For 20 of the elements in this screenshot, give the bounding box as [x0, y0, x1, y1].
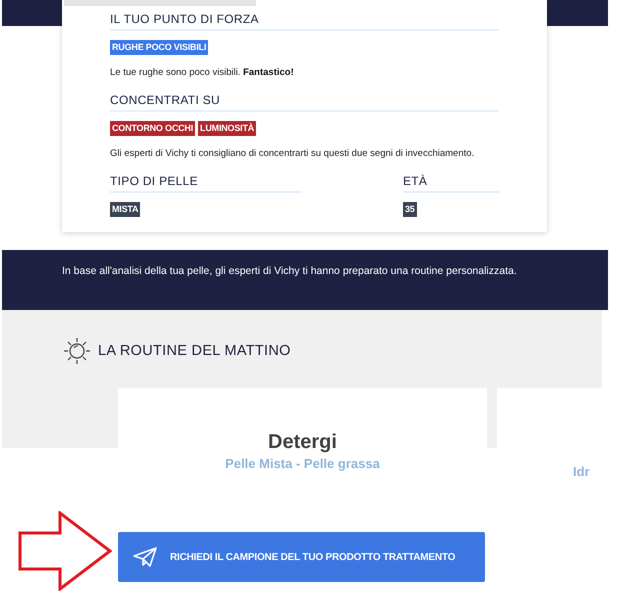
tag: RUGHE POCO VISIBILI [110, 40, 208, 55]
paper-plane-icon [132, 546, 158, 568]
value-tag: MISTA [110, 202, 140, 217]
tag: LUMINOSITÀ [198, 121, 256, 136]
section-heading: CONCENTRATI SU [110, 93, 220, 107]
product-subtitle: Idr [573, 464, 590, 479]
arrow-icon [18, 511, 112, 591]
section-heading: ETÀ [403, 174, 428, 188]
description-text: Le tue rughe sono poco visibili. Fantastico! [110, 66, 295, 80]
description-text: Gli esperti di Vichy ti consigliano di concentrarti su questi due segni di invecchiamento. [110, 147, 476, 161]
tag: CONTORNO OCCHI [110, 121, 196, 136]
section-title: LA ROUTINE DEL MATTINO [98, 343, 291, 359]
value-tag: 35 [403, 202, 417, 217]
sun-icon [62, 336, 92, 366]
section-heading: IL TUO PUNTO DI FORZA [110, 12, 259, 26]
intro-text: In base all'analisi della tua pelle, gli esperti di Vichy ti hanno preparato una routine personalizzata. [62, 264, 518, 279]
product-title: Detergi [268, 431, 337, 454]
product-subtitle: Pelle Mista - Pelle grassa [224, 456, 381, 471]
request-sample-button[interactable]: RICHIEDI IL CAMPIONE DEL TUO PRODOTTO TRATTAMENTO [118, 532, 485, 582]
section-heading: TIPO DI PELLE [110, 174, 198, 188]
